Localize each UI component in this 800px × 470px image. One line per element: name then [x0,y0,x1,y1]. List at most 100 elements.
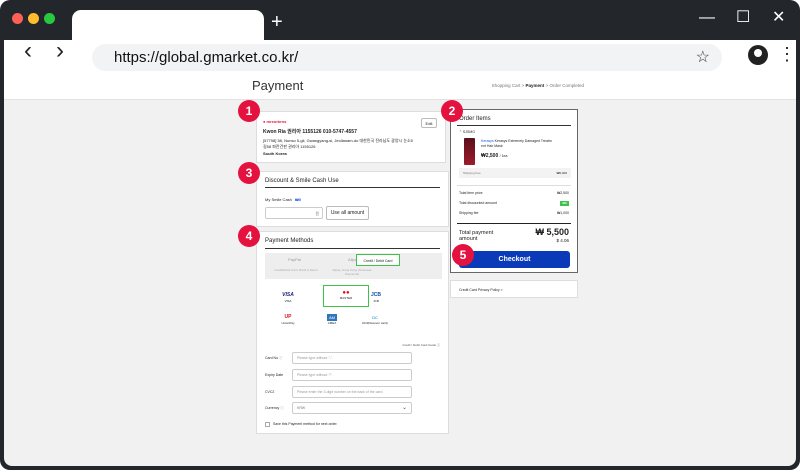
card-guide-text: Credit / Debit Card Guide [402,343,437,347]
seller-name: ⌃ SJSMG [459,130,475,135]
unionpay-logo-icon: UP [284,314,292,320]
privacy-policy-link[interactable]: Credit Card Privacy Policy > [459,288,503,293]
card-dci-label: DCI(Discover card) [362,321,388,325]
product-name[interactable]: Kerasys Kerasys Extremely Damaged Treatm… [481,139,573,148]
breadcrumb-separator: > [521,83,525,88]
total-payment-label-line2: amount [459,236,478,242]
minimize-icon[interactable]: — [699,9,715,27]
product-quantity: / 1ea [499,154,508,158]
seller-name-text: SJSMG [462,130,475,134]
new-tab-icon[interactable]: + [271,10,283,34]
card-no-info-icon: ⓘ [279,356,283,360]
back-icon[interactable]: ‹ [24,39,32,63]
product-brand: Kerasys [481,139,494,143]
amex-logo-icon: AM [327,314,337,321]
close-icon[interactable]: ✕ [772,9,785,27]
order-items-title: Order Items [459,116,491,122]
currency-select[interactable]: KRW ⌄ [292,402,412,414]
total-payment-usd: $ 4.06 [556,238,569,243]
brand-logo-mark: ● [263,119,266,124]
breadcrumb-payment: Payment [525,83,545,88]
smile-cash-value: ₩0 [295,197,302,202]
url-text: https://global.gmarket.co.kr/ [114,49,299,66]
smile-cash-text: My Smile Cash [265,197,292,202]
forward-icon[interactable]: › [56,39,64,63]
jcb-logo-icon: JCB [370,292,381,298]
maximize-window-dot[interactable] [44,13,55,24]
currency-selected: KRW [297,406,306,410]
tab-credit-card[interactable]: Credit / Debit Card [356,254,400,266]
payment-methods-card: Payment Methods PayPal Alipay Credit / D… [256,231,449,434]
card-dci[interactable]: DC DCI(Discover card) [353,314,397,326]
total-item-price-label: Total item price [459,191,483,195]
tab-paypal-sub: Credit/Debit Card, Bank & Direct [274,268,318,272]
breadcrumb-cart[interactable]: Shopping Cart [492,83,521,88]
discount-title-rule [265,187,440,188]
tab-alipay-sub: Alipay, Hong Kong (Overseas Payments) [332,268,372,276]
shipping-address-card: ● mreorkrns Edit Kwon Ria 권리아 1155126 01… [256,111,446,163]
url-field[interactable]: https://global.gmarket.co.kr/ ☆ [92,44,722,71]
total-item-price-value: ₩2,500 [556,191,569,195]
summary-divider [457,185,571,186]
seller-collapse-icon: ⌃ [459,130,462,134]
card-unionpay-label: UnionPay [281,321,295,325]
card-jcb[interactable]: JCB JCB [361,292,391,304]
cvc-field[interactable]: Please enter the 3-digit number on the b… [292,386,412,398]
profile-avatar-icon[interactable] [748,45,768,65]
visa-logo-icon: VISA [282,292,294,298]
use-all-amount-button[interactable]: Use all amount [326,206,369,220]
minimize-window-dot[interactable] [28,13,39,24]
checkout-button[interactable]: Checkout [459,251,570,268]
edit-address-button[interactable]: Edit [421,118,437,128]
privacy-policy-card: Credit Card Privacy Policy > [450,280,578,298]
shipping-row-value: ₩1,000 [556,211,569,215]
cvc-label: CVC2 [265,390,275,394]
order-title-rule [457,125,571,126]
card-amex[interactable]: AM AMEX [317,314,347,326]
maximize-icon[interactable]: ☐ [736,9,750,27]
breadcrumb-separator: > [545,83,549,88]
page-header: Payment Shopping Cart > Payment > Order … [4,74,796,100]
card-no-label: Card No ⓘ [265,356,283,361]
expiry-date-field[interactable]: Please type without "/". [292,369,412,381]
total-item-price-row: Total item price ₩2,500 [459,191,569,199]
product-price: ₩2,500 / 1ea [481,153,507,159]
card-guide-info-icon: ⓘ [436,343,440,347]
save-payment-checkbox[interactable] [265,422,270,427]
total-divider [457,223,571,224]
shipping-fee-label: Shipping Fee [463,171,481,175]
tab-paypal-label: PayPal [288,257,301,262]
product-price-value: ₩2,500 [481,153,499,159]
discount-card: Discount & Smile Cash Use My Smile Cash … [256,171,449,227]
brand-logo-text: mreorkrns [266,119,287,124]
address-bar: ‹ › https://global.gmarket.co.kr/ ☆ ⋮ [4,39,796,74]
card-number-field[interactable]: Please type without "-". [292,352,412,364]
save-payment-label: Save this Payment method for next order. [273,422,338,426]
breadcrumb: Shopping Cart > Payment > Order Complete… [492,83,584,88]
tab-paypal[interactable]: PayPal [265,253,324,267]
browser-tab-active[interactable] [72,10,264,42]
shipping-fee-value: ₩0,000 [556,171,567,175]
smile-cash-input[interactable]: 원 [265,207,323,219]
card-visa[interactable]: VISA VISA [273,292,303,304]
page-title: Payment [252,78,304,93]
total-payment-value: ₩ 5,500 [535,227,569,237]
cvc-placeholder: Please enter the 3-digit number on the b… [297,390,384,394]
currency-label-text: Currency [265,406,280,410]
card-unionpay[interactable]: UP UnionPay [273,314,303,326]
browser-menu-icon[interactable]: ⋮ [778,44,796,64]
shipping-fee-row: Shipping fee ₩1,000 [459,211,569,219]
expiry-label: Expiry Date [265,373,284,377]
currency-suffix: 원 [315,211,319,216]
chevron-down-icon: ⌄ [401,405,407,411]
payment-methods-rule [265,248,440,249]
expiry-placeholder: Please type without "/". [297,373,333,377]
page-content: Payment Shopping Cart > Payment > Order … [4,74,796,466]
bookmark-star-icon[interactable]: ☆ [696,47,710,67]
card-guide-link[interactable]: Credit / Debit Card Guide ⓘ [402,343,440,348]
close-window-dot[interactable] [12,13,23,24]
card-visa-label: VISA [284,299,292,303]
discount-title: Discount & Smile Cash Use [265,178,339,184]
address-line-2: 길58 파란건판 권리아 1155126 [263,144,316,149]
payment-tab-strip: PayPal Alipay Credit / Debit Card Credit… [265,253,442,279]
